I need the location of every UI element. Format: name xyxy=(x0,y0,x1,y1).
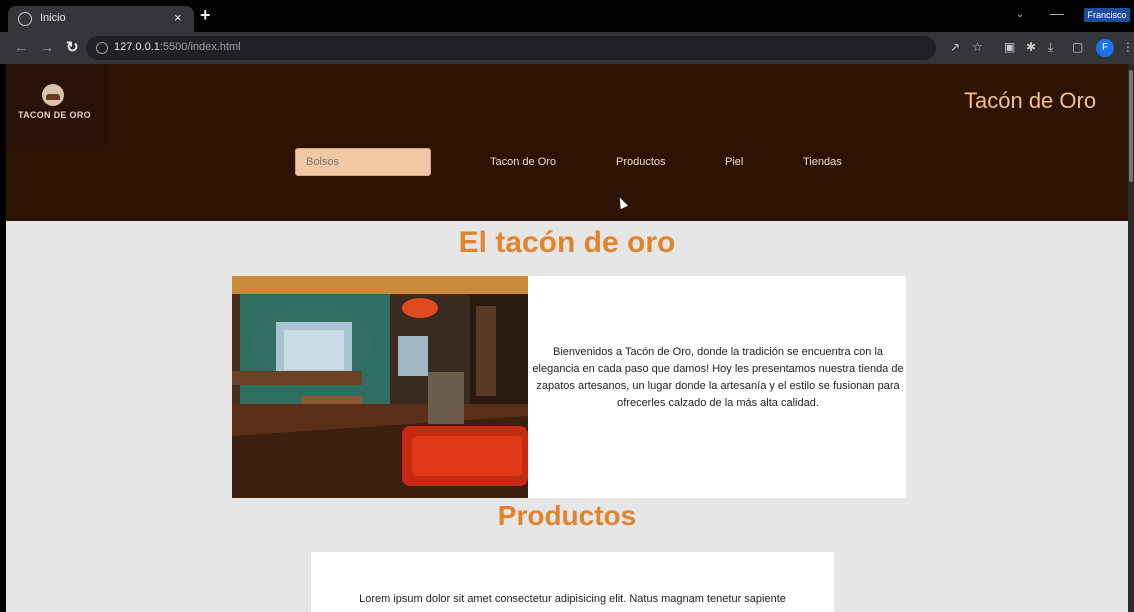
logo-text: TACON DE ORO xyxy=(18,110,91,120)
nav-link-productos[interactable]: Productos xyxy=(616,156,666,168)
star-icon[interactable]: ☆ xyxy=(972,40,983,54)
browser-tab-favicon-icon xyxy=(18,12,32,26)
browser-tabstrip: Inicio × + ⌄ — Francisco xyxy=(0,0,1134,32)
menu-dots-icon[interactable]: ⋮ xyxy=(1122,40,1134,54)
nav-link-tiendas[interactable]: Tiendas xyxy=(803,156,842,168)
shoe-logo-icon xyxy=(42,84,64,106)
address-bar[interactable]: 127.0.0.1:5500/index.html xyxy=(86,36,936,60)
page-title: El tacón de oro xyxy=(458,226,676,259)
profile-badge[interactable]: Francisco xyxy=(1084,8,1130,22)
site-title: Tacón de Oro xyxy=(964,88,1097,113)
minimize-icon[interactable]: — xyxy=(1050,5,1064,21)
tab-search-icon[interactable]: ⌄ xyxy=(1016,9,1024,20)
new-tab-button[interactable]: + xyxy=(200,5,211,26)
intro-card: Bienvenidos a Tacón de Oro, donde la tra… xyxy=(232,276,906,498)
url-host: 127.0.0.1 xyxy=(114,41,160,53)
tab-close-icon[interactable]: × xyxy=(174,10,182,25)
reload-icon[interactable]: ↻ xyxy=(66,38,79,56)
url-path: :5500/index.html xyxy=(159,41,241,53)
scrollbar-thumb[interactable] xyxy=(1129,70,1133,182)
store-interior-image xyxy=(232,276,528,498)
site-header: TACON DE ORO Tacón de Oro Tacon de Oro P… xyxy=(6,64,1128,221)
back-arrow-icon[interactable]: ← xyxy=(14,39,28,55)
extensions-icon[interactable]: ✱ xyxy=(1026,40,1036,54)
nav-link-tacon-de-oro[interactable]: Tacon de Oro xyxy=(490,156,556,168)
download-icon[interactable]: ⤓ xyxy=(1048,40,1053,55)
cast-icon[interactable]: ▣ xyxy=(1004,40,1015,54)
products-heading: Productos xyxy=(497,500,637,531)
info-icon[interactable] xyxy=(96,42,108,54)
url-text[interactable]: 127.0.0.1:5500/index.html xyxy=(114,41,241,53)
search-input[interactable] xyxy=(295,148,431,176)
mouse-cursor-icon xyxy=(616,195,628,210)
avatar[interactable]: F xyxy=(1096,39,1114,57)
page-viewport: TACON DE ORO Tacón de Oro Tacon de Oro P… xyxy=(6,64,1128,612)
browser-toolbar: ← → ↻ 127.0.0.1:5500/index.html ↗ ☆ ▣ ✱ … xyxy=(0,32,1134,64)
forward-arrow-icon[interactable]: → xyxy=(40,39,54,55)
sidepanel-icon[interactable]: ▢ xyxy=(1072,40,1083,54)
intro-text: Bienvenidos a Tacón de Oro, donde la tra… xyxy=(532,346,904,409)
browser-tab-title: Inicio xyxy=(40,12,66,24)
products-card: Lorem ipsum dolor sit amet consectetur a… xyxy=(311,552,834,612)
site-logo[interactable]: TACON DE ORO xyxy=(6,64,108,146)
nav-link-piel[interactable]: Piel xyxy=(725,156,743,168)
products-text: Lorem ipsum dolor sit amet consectetur a… xyxy=(359,593,786,605)
share-icon[interactable]: ↗ xyxy=(950,40,960,54)
browser-tab[interactable]: Inicio × xyxy=(8,6,194,32)
